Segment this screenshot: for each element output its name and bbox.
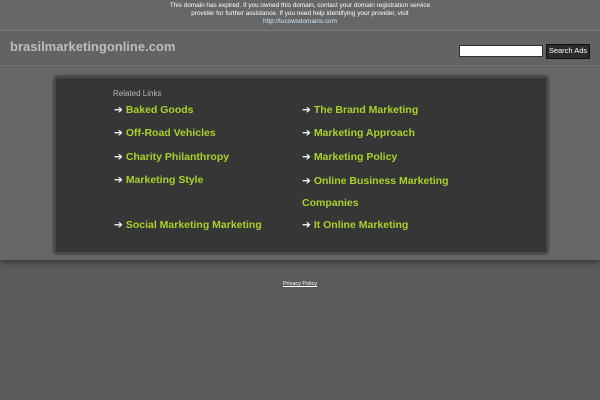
header: brasilmarketingonline.com Search Ads <box>0 31 600 66</box>
related-link-marketing-approach[interactable]: ➔ Marketing Approach <box>302 123 415 144</box>
related-link-off-road-vehicles[interactable]: ➔ Off-Road Vehicles <box>114 123 216 144</box>
related-link-online-business-marketing-companies[interactable]: ➔ Online Business Marketing Companies <box>302 170 452 214</box>
related-link-label: Off-Road Vehicles <box>125 127 216 139</box>
related-link-label: Social Marketing Marketing <box>125 219 262 231</box>
arrow-right-icon: ➔ <box>302 219 311 231</box>
related-link-label: Marketing Policy <box>313 151 398 163</box>
privacy-policy-link[interactable]: Privacy Policy <box>270 281 330 287</box>
related-link-the-brand-marketing[interactable]: ➔ The Brand Marketing <box>302 100 418 121</box>
related-link-label: Charity Philanthropy <box>125 151 230 163</box>
related-link-marketing-policy[interactable]: ➔ Marketing Policy <box>302 147 397 168</box>
tucows-link[interactable]: http://tucowsdomains.com <box>263 18 337 25</box>
related-link-marketing-style[interactable]: ➔ Marketing Style <box>114 170 203 191</box>
related-link-label: Marketing Style <box>125 174 204 186</box>
arrow-right-icon: ➔ <box>302 175 311 187</box>
related-link-it-online-marketing[interactable]: ➔ It Online Marketing <box>302 215 408 236</box>
arrow-right-icon: ➔ <box>302 104 311 116</box>
related-links-title: Related Links <box>113 89 162 98</box>
related-link-label: Online Business Marketing Companies <box>302 175 449 209</box>
expired-notice: This domain has expired. If you owned th… <box>160 2 440 26</box>
related-link-baked-goods[interactable]: ➔ Baked Goods <box>114 100 194 121</box>
related-link-label: Marketing Approach <box>313 127 415 139</box>
arrow-right-icon: ➔ <box>114 127 123 139</box>
arrow-right-icon: ➔ <box>114 219 123 231</box>
related-link-label: The Brand Marketing <box>313 104 419 116</box>
search-input[interactable] <box>459 45 543 57</box>
arrow-right-icon: ➔ <box>114 174 123 186</box>
arrow-right-icon: ➔ <box>302 151 311 163</box>
arrow-right-icon: ➔ <box>114 151 123 163</box>
search-ads-button[interactable]: Search Ads <box>546 44 590 59</box>
domain-title: brasilmarketingonline.com <box>10 39 176 54</box>
related-link-label: Baked Goods <box>125 104 194 116</box>
related-link-label: It Online Marketing <box>313 219 409 231</box>
arrow-right-icon: ➔ <box>302 127 311 139</box>
arrow-right-icon: ➔ <box>114 104 123 116</box>
expired-notice-text: This domain has expired. If you owned th… <box>169 2 431 17</box>
related-link-social-marketing-marketing[interactable]: ➔ Social Marketing Marketing <box>114 215 262 236</box>
expired-notice-bar: This domain has expired. If you owned th… <box>0 0 600 31</box>
related-link-charity-philanthropy[interactable]: ➔ Charity Philanthropy <box>114 147 229 168</box>
